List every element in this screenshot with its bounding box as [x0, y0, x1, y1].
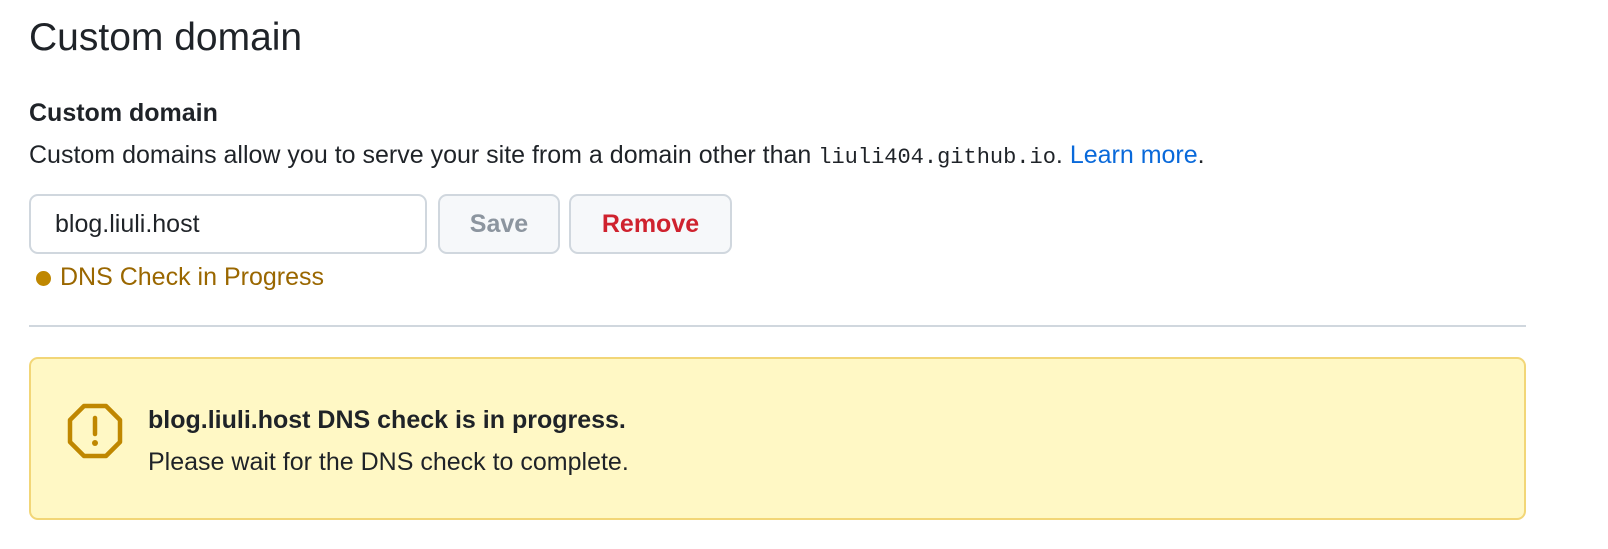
description-end: . — [1197, 141, 1205, 169]
description-text: Custom domains allow you to serve your s… — [29, 141, 819, 169]
custom-domain-heading: Custom domain — [29, 99, 218, 127]
dns-status-text: DNS Check in Progress — [60, 262, 324, 291]
status-dot-icon — [36, 270, 51, 286]
alert-title: blog.liuli.host DNS check is in progress… — [148, 406, 626, 434]
learn-more-link[interactable]: Learn more — [1070, 141, 1198, 169]
dns-status: DNS Check in Progress — [36, 260, 324, 294]
description-separator: . — [1055, 141, 1070, 169]
section-divider — [29, 325, 1526, 327]
page-title: Custom domain — [29, 16, 303, 59]
dns-check-alert: blog.liuli.host DNS check is in progress… — [29, 357, 1526, 520]
save-button[interactable]: Save — [438, 194, 560, 254]
alert-octagon-icon — [67, 403, 123, 459]
custom-domain-description: Custom domains allow you to serve your s… — [29, 138, 1205, 175]
default-domain-code: liuli404.github.io — [818, 145, 1056, 170]
remove-button[interactable]: Remove — [569, 194, 732, 254]
alert-message: Please wait for the DNS check to complet… — [148, 448, 629, 476]
custom-domain-input[interactable] — [29, 194, 427, 254]
